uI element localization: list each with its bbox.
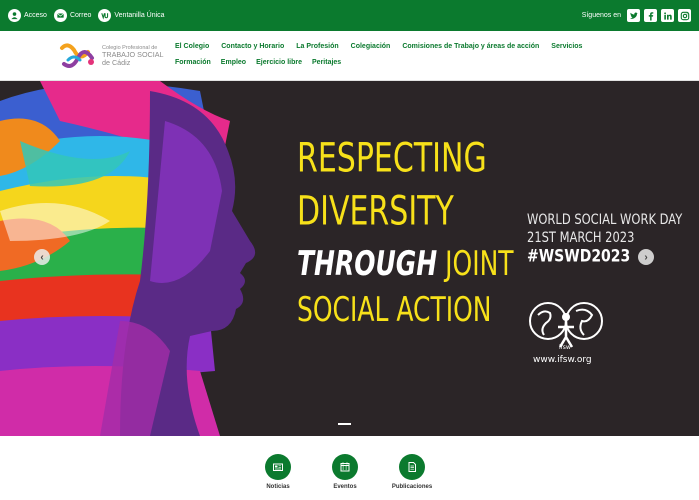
nav-peritajes[interactable]: Peritajes [312,59,341,66]
headline-joint: JOINT [437,244,514,284]
ventanilla-link[interactable]: Ventanilla Única [98,9,165,22]
logo-line-3: de Cádiz [102,57,131,67]
ventanilla-link-label: Ventanilla Única [114,12,165,19]
event-info: WORLD SOCIAL WORK DAY 21ST MARCH 2023 #W… [527,211,682,267]
ifsw-label: ifsw [559,344,571,351]
hero-slider: RESPECTING DIVERSITY THROUGH JOINT SOCIA… [0,81,699,436]
facebook-icon[interactable] [644,9,657,22]
nav-servicios[interactable]: Servicios [551,43,582,50]
main-nav-row-2: Formación Empleo Ejercicio libre Peritaj… [175,59,341,66]
access-link[interactable]: Acceso [8,9,47,22]
headline-line-4: SOCIAL ACTION [297,290,492,330]
site-logo[interactable]: Colegio Profesional de TRABAJO SOCIAL de… [58,40,170,72]
calendar-icon [332,454,358,480]
nav-el-colegio[interactable]: El Colegio [175,43,209,50]
nav-comisiones[interactable]: Comisiones de Trabajo y áreas de acción [402,43,539,50]
quick-link-label: Noticias [266,484,290,490]
document-icon [399,454,425,480]
social-links: Síguenos en [582,9,691,22]
quick-link-publicaciones[interactable]: Publicaciones [382,454,442,490]
nav-ejercicio-libre[interactable]: Ejercicio libre [256,59,302,66]
linkedin-icon[interactable] [661,9,674,22]
quick-link-label: Publicaciones [391,484,433,490]
user-icon [8,9,21,22]
mail-link[interactable]: Correo [53,9,92,22]
nav-contacto-horario[interactable]: Contacto y Horario [221,43,284,50]
chevron-left-icon: ‹ [40,251,44,263]
slider-next-button[interactable]: › [638,249,654,265]
ifsw-logo: ifsw [529,302,603,351]
logo-mark-icon [60,43,94,68]
chevron-right-icon: › [644,251,648,263]
site-header: Colegio Profesional de TRABAJO SOCIAL de… [0,31,699,81]
main-nav-row-1: El Colegio Contacto y Horario La Profesi… [175,43,582,50]
hero-headline: RESPECTING DIVERSITY THROUGH JOINT SOCIA… [297,135,514,329]
mail-icon [53,9,67,22]
ifsw-url: www.ifsw.org [533,355,592,365]
nav-formacion[interactable]: Formación [175,59,211,66]
vu-icon [98,9,112,22]
quick-link-noticias[interactable]: Noticias [248,454,308,490]
quick-link-eventos[interactable]: Eventos [315,454,375,490]
event-hashtag: #WSWD2023 [527,247,631,267]
mail-link-label: Correo [69,12,92,19]
access-link-label: Acceso [24,12,47,19]
nav-empleo[interactable]: Empleo [221,59,246,66]
instagram-icon[interactable] [678,9,691,22]
nav-la-profesion[interactable]: La Profesión [296,43,338,50]
slider-prev-button[interactable]: ‹ [34,249,50,265]
follow-text: Síguenos en [581,12,621,19]
twitter-icon[interactable] [627,9,640,22]
top-links: Acceso Correo Ventanilla Única [8,9,165,22]
nav-colegiacion[interactable]: Colegiación [351,43,391,50]
logo-text: Colegio Profesional de TRABAJO SOCIAL de… [102,45,164,67]
news-icon [265,454,291,480]
top-bar: Acceso Correo Ventanilla Única Síguenos … [0,0,699,31]
slider-indicator[interactable] [338,423,351,425]
quick-link-label: Eventos [333,484,357,490]
headline-through: THROUGH [297,244,438,284]
